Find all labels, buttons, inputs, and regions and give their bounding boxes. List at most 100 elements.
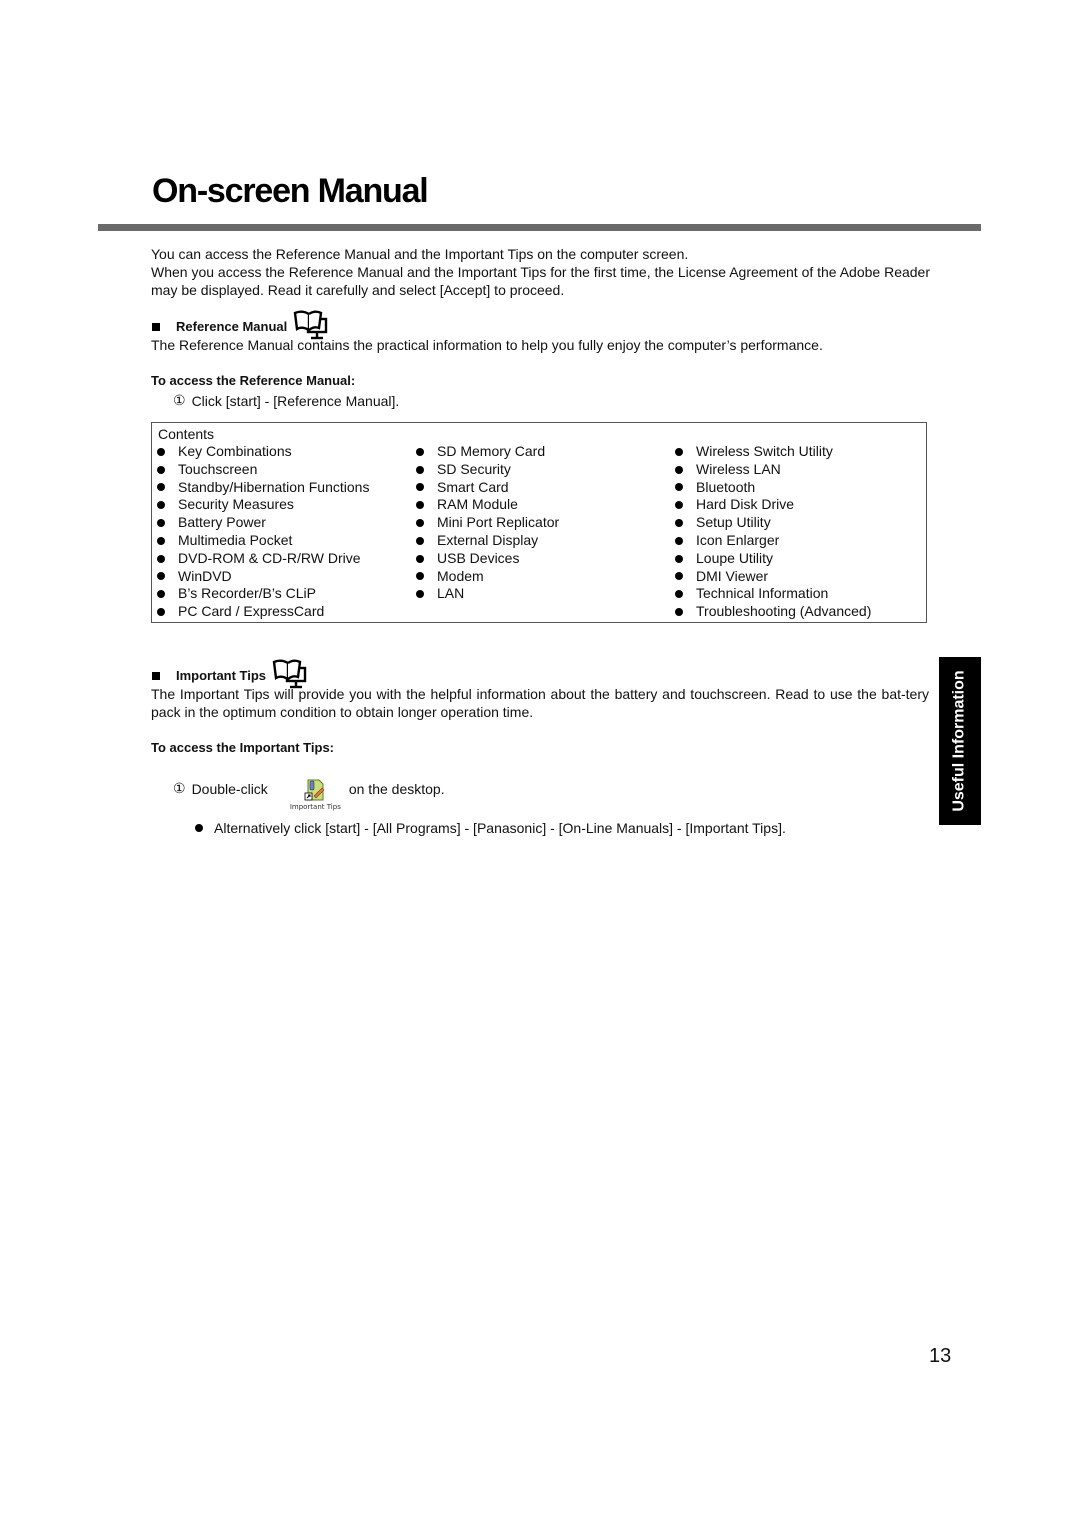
contents-item-label: RAM Module [437, 496, 518, 513]
bullet-icon [157, 447, 165, 456]
bullet-icon [675, 536, 683, 545]
contents-item-label: Loupe Utility [696, 549, 774, 566]
contents-item-label: Smart Card [437, 478, 509, 495]
bullet-icon [675, 572, 683, 581]
contents-item-label: PC Card / ExpressCard [178, 603, 325, 620]
bullet-icon [416, 554, 424, 563]
contents-item-label: Technical Information [696, 585, 829, 602]
bullet-icon [157, 501, 165, 510]
contents-item: Bluetooth [675, 479, 871, 497]
contents-item: Hard Disk Drive [675, 496, 871, 514]
contents-box: Contents Key Combinations Touchscreen St… [151, 422, 927, 623]
desktop-icon-caption: Important Tips [289, 803, 341, 811]
contents-item-label: Battery Power [178, 514, 266, 531]
contents-item: Modem [416, 568, 559, 586]
step-prefix: Double-click [191, 780, 268, 797]
important-tips-heading-text: Important Tips [176, 668, 267, 683]
bullet-icon [675, 519, 683, 528]
contents-item: Security Measures [157, 496, 369, 514]
important-tips-description: The Important Tips will provide you with… [151, 686, 929, 720]
bullet-icon [157, 536, 165, 545]
bullet-icon [416, 465, 424, 474]
bullet-icon [675, 590, 683, 599]
important-tips-access-heading: To access the Important Tips: [151, 740, 335, 755]
contents-item: DMI Viewer [675, 568, 871, 586]
reference-access-heading: To access the Reference Manual: [151, 373, 356, 388]
bullet-icon [416, 536, 424, 545]
contents-item: Multimedia Pocket [157, 532, 369, 550]
bullet-icon [416, 447, 424, 456]
contents-item-label: Bluetooth [696, 478, 756, 495]
contents-item: B’s Recorder/B’s CLiP [157, 585, 369, 603]
contents-item: Smart Card [416, 479, 559, 497]
contents-item-label: SD Security [437, 460, 511, 477]
step-text: Click [start] - [Reference Manual]. [191, 392, 400, 409]
section-side-tab: Useful Information [939, 657, 981, 825]
contents-item: RAM Module [416, 496, 559, 514]
contents-label: Contents [158, 426, 215, 442]
important-tips-access-step: ① Double-click Important Tips on the des… [173, 772, 445, 811]
contents-item-label: Key Combinations [178, 443, 292, 459]
contents-item-label: LAN [437, 585, 465, 602]
contents-item: Troubleshooting (Advanced) [675, 603, 871, 621]
square-bullet-icon [152, 322, 160, 331]
bullet-icon [157, 554, 165, 563]
side-tab-label: Useful Information [951, 670, 968, 812]
contents-item-label: Multimedia Pocket [178, 531, 293, 548]
bullet-icon [675, 483, 683, 492]
bullet-icon [416, 483, 424, 492]
intro-text: You can access the Reference Manual and … [151, 245, 941, 299]
bullet-icon [675, 501, 683, 510]
contents-item-label: Touchscreen [178, 460, 258, 477]
bullet-icon [157, 483, 165, 492]
intro-line-2: When you access the Reference Manual and… [151, 264, 930, 298]
contents-item-label: SD Memory Card [437, 443, 546, 459]
bullet-icon [416, 572, 424, 581]
document-shortcut-icon [304, 779, 325, 801]
contents-item: WinDVD [157, 568, 369, 586]
contents-item: SD Security [416, 461, 559, 479]
contents-item-label: WinDVD [178, 567, 232, 584]
page-title: On-screen Manual [152, 172, 429, 210]
bullet-icon [416, 590, 424, 599]
bullet-icon [157, 572, 165, 581]
bullet-icon [157, 590, 165, 599]
reference-manual-description: The Reference Manual contains the practi… [151, 337, 823, 353]
contents-item: Standby/Hibernation Functions [157, 479, 369, 497]
bullet-icon [157, 519, 165, 528]
contents-column-3: Wireless Switch Utility Wireless LAN Blu… [675, 443, 871, 621]
contents-item-label: Setup Utility [696, 514, 771, 531]
contents-column-2: SD Memory Card SD Security Smart Card RA… [416, 443, 559, 603]
important-tips-desktop-icon[interactable]: Important Tips [290, 778, 341, 811]
contents-item: SD Memory Card [416, 443, 559, 461]
contents-item-label: Wireless Switch Utility [696, 443, 833, 459]
contents-item-label: B’s Recorder/B’s CLiP [178, 585, 316, 602]
contents-item: Technical Information [675, 585, 871, 603]
contents-item: Battery Power [157, 514, 369, 532]
contents-item-label: Troubleshooting (Advanced) [696, 603, 872, 620]
contents-item: External Display [416, 532, 559, 550]
step-number: ① [173, 392, 186, 408]
contents-item: Touchscreen [157, 461, 369, 479]
contents-item-label: Standby/Hibernation Functions [178, 478, 370, 495]
bullet-icon [675, 608, 683, 617]
contents-item: Wireless LAN [675, 461, 871, 479]
contents-item: Mini Port Replicator [416, 514, 559, 532]
alternative-step: Alternatively click [start] - [All Progr… [195, 820, 786, 836]
bullet-icon [675, 465, 683, 474]
step-number: ① [173, 780, 186, 796]
alternative-text: Alternatively click [start] - [All Progr… [214, 820, 786, 836]
contents-item: LAN [416, 585, 559, 603]
contents-item-label: Hard Disk Drive [696, 496, 795, 513]
bullet-icon [675, 447, 683, 456]
contents-item: Icon Enlarger [675, 532, 871, 550]
contents-item: DVD-ROM & CD-R/RW Drive [157, 550, 369, 568]
page-number: 13 [929, 1345, 952, 1367]
contents-item-label: Modem [437, 567, 484, 584]
bullet-icon [195, 824, 203, 832]
contents-item-label: External Display [437, 531, 539, 548]
contents-item: Loupe Utility [675, 550, 871, 568]
contents-item-label: DMI Viewer [696, 567, 769, 584]
contents-item-label: USB Devices [437, 549, 520, 566]
contents-item: USB Devices [416, 550, 559, 568]
